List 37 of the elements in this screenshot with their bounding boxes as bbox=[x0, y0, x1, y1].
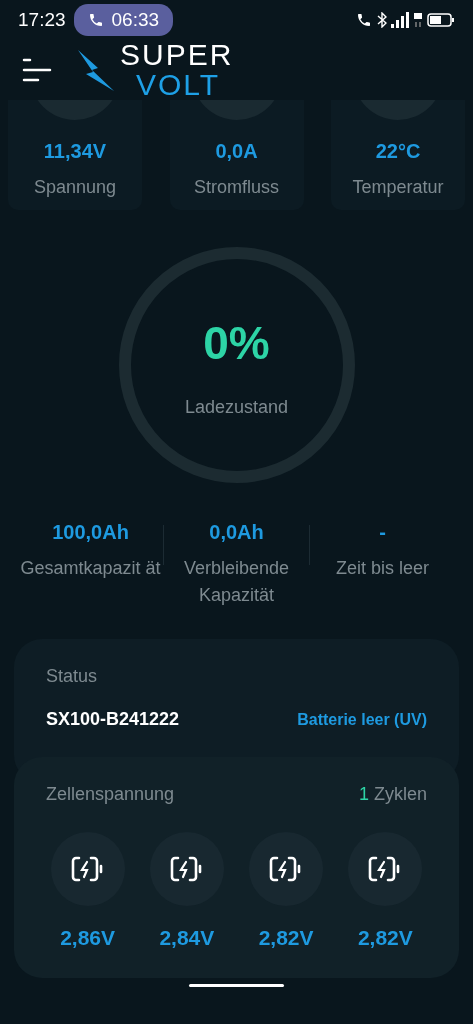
cell-voltage: 2,84V bbox=[159, 925, 215, 951]
capacity-value: 100,0Ah bbox=[52, 520, 129, 545]
call-icon bbox=[355, 12, 373, 28]
call-timer-pill[interactable]: 06:33 bbox=[73, 3, 174, 37]
phone-icon bbox=[87, 12, 104, 28]
battery-charge-icon bbox=[70, 855, 105, 883]
cell-voltage: 2,82V bbox=[258, 925, 314, 951]
capacity-value: 0,0Ah bbox=[209, 520, 264, 545]
status-title: Status bbox=[45, 665, 99, 688]
cell-voltage: 2,82V bbox=[357, 925, 413, 951]
clock-time: 17:23 bbox=[18, 7, 66, 32]
metric-value: 22°C bbox=[375, 139, 421, 164]
metric-label: Temperatur bbox=[352, 176, 444, 199]
capacity-label: Verbleibende Kapazität bbox=[182, 557, 291, 607]
signal-icon bbox=[391, 12, 409, 28]
capacity-label: Gesamtkapazit ät bbox=[20, 557, 161, 580]
metric-value: 11,34V bbox=[43, 139, 107, 164]
capacity-value: - bbox=[379, 520, 386, 545]
cells-title: Zellenspannung bbox=[46, 783, 175, 806]
network-icon bbox=[413, 12, 423, 28]
charge-percent: 0% bbox=[203, 316, 270, 371]
bluetooth-icon bbox=[377, 12, 387, 28]
cycles-text: 1 Zyklen bbox=[358, 783, 427, 806]
capacity-label: Zeit bis leer bbox=[335, 557, 429, 580]
serial-number: SX100-B241222 bbox=[46, 708, 180, 731]
metric-value: 0,0A bbox=[215, 139, 258, 164]
menu-icon[interactable] bbox=[22, 57, 52, 83]
logo-text: SUPER bbox=[120, 40, 234, 70]
status-text: Batterie leer (UV) bbox=[297, 709, 427, 730]
metric-label: Spannung bbox=[33, 176, 117, 199]
battery-charge-icon bbox=[169, 855, 204, 883]
metric-label: Stromfluss bbox=[194, 176, 279, 199]
cell-voltage: 2,86V bbox=[60, 925, 116, 951]
logo-text: VOLT bbox=[136, 70, 222, 100]
battery-icon bbox=[427, 13, 455, 27]
charge-label: Ladezustand bbox=[184, 396, 289, 419]
home-indicator[interactable] bbox=[189, 983, 284, 987]
